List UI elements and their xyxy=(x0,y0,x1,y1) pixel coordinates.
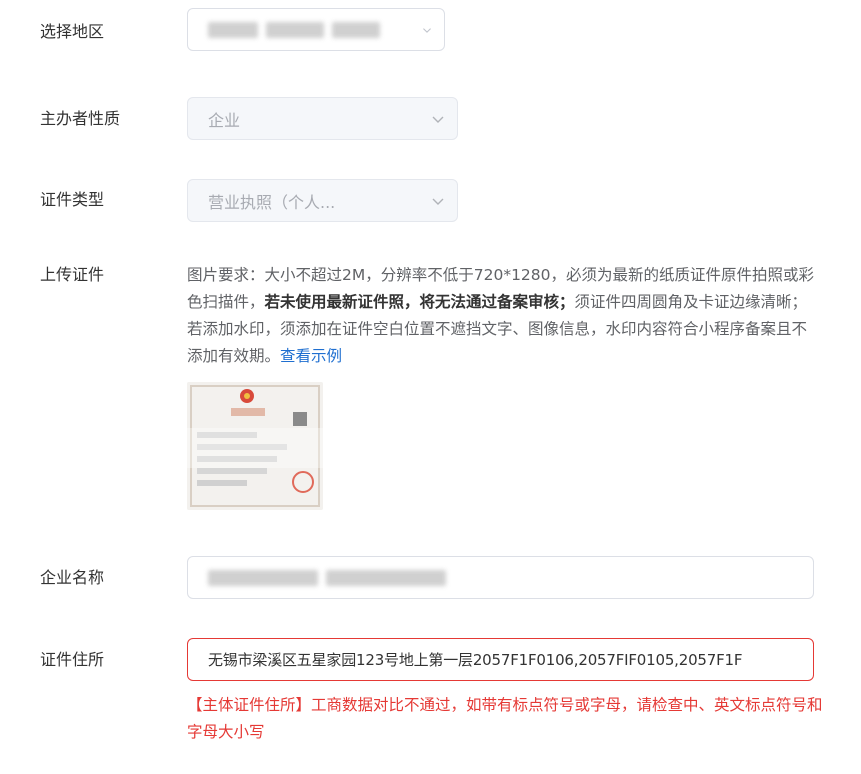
cert-address-input[interactable]: 无锡市梁溪区五星家园123号地上第一层2057F1F0106,2057FIF01… xyxy=(187,638,814,681)
redacted-value xyxy=(208,569,318,586)
redacted-value xyxy=(266,21,324,38)
organizer-type-select[interactable]: 企业 xyxy=(187,97,458,140)
redacted-value xyxy=(326,569,446,586)
company-name-label: 企业名称 xyxy=(40,568,105,587)
chevron-down-icon xyxy=(432,116,444,123)
organizer-type-value: 企业 xyxy=(208,110,241,130)
license-image xyxy=(187,382,323,510)
chevron-down-icon xyxy=(432,198,444,205)
cert-type-select[interactable]: 营业执照（个人... xyxy=(187,179,458,222)
redacted-value xyxy=(332,21,380,38)
cert-type-label: 证件类型 xyxy=(40,190,105,209)
upload-requirements: 图片要求：大小不超过2M，分辨率不低于720*1280，必须为最新的纸质证件原件… xyxy=(187,262,819,370)
region-select[interactable] xyxy=(187,8,445,51)
cert-type-value: 营业执照（个人... xyxy=(208,192,336,212)
upload-desc-warning: 若未使用最新证件照，将无法通过备案审核； xyxy=(264,293,575,311)
company-name-input[interactable] xyxy=(187,556,814,599)
cert-address-error: 【主体证件住所】工商数据对比不通过，如带有标点符号或字母，请检查中、英文标点符号… xyxy=(187,696,823,741)
chevron-down-icon xyxy=(423,27,431,33)
organizer-type-label: 主办者性质 xyxy=(40,109,121,128)
cert-address-value: 无锡市梁溪区五星家园123号地上第一层2057F1F0106,2057FIF01… xyxy=(208,651,743,669)
view-example-link[interactable]: 查看示例 xyxy=(280,347,342,365)
cert-address-label: 证件住所 xyxy=(40,650,105,669)
upload-label: 上传证件 xyxy=(40,265,105,284)
redacted-value xyxy=(208,21,258,38)
region-label: 选择地区 xyxy=(40,22,105,41)
uploaded-license-thumbnail[interactable] xyxy=(187,382,323,510)
